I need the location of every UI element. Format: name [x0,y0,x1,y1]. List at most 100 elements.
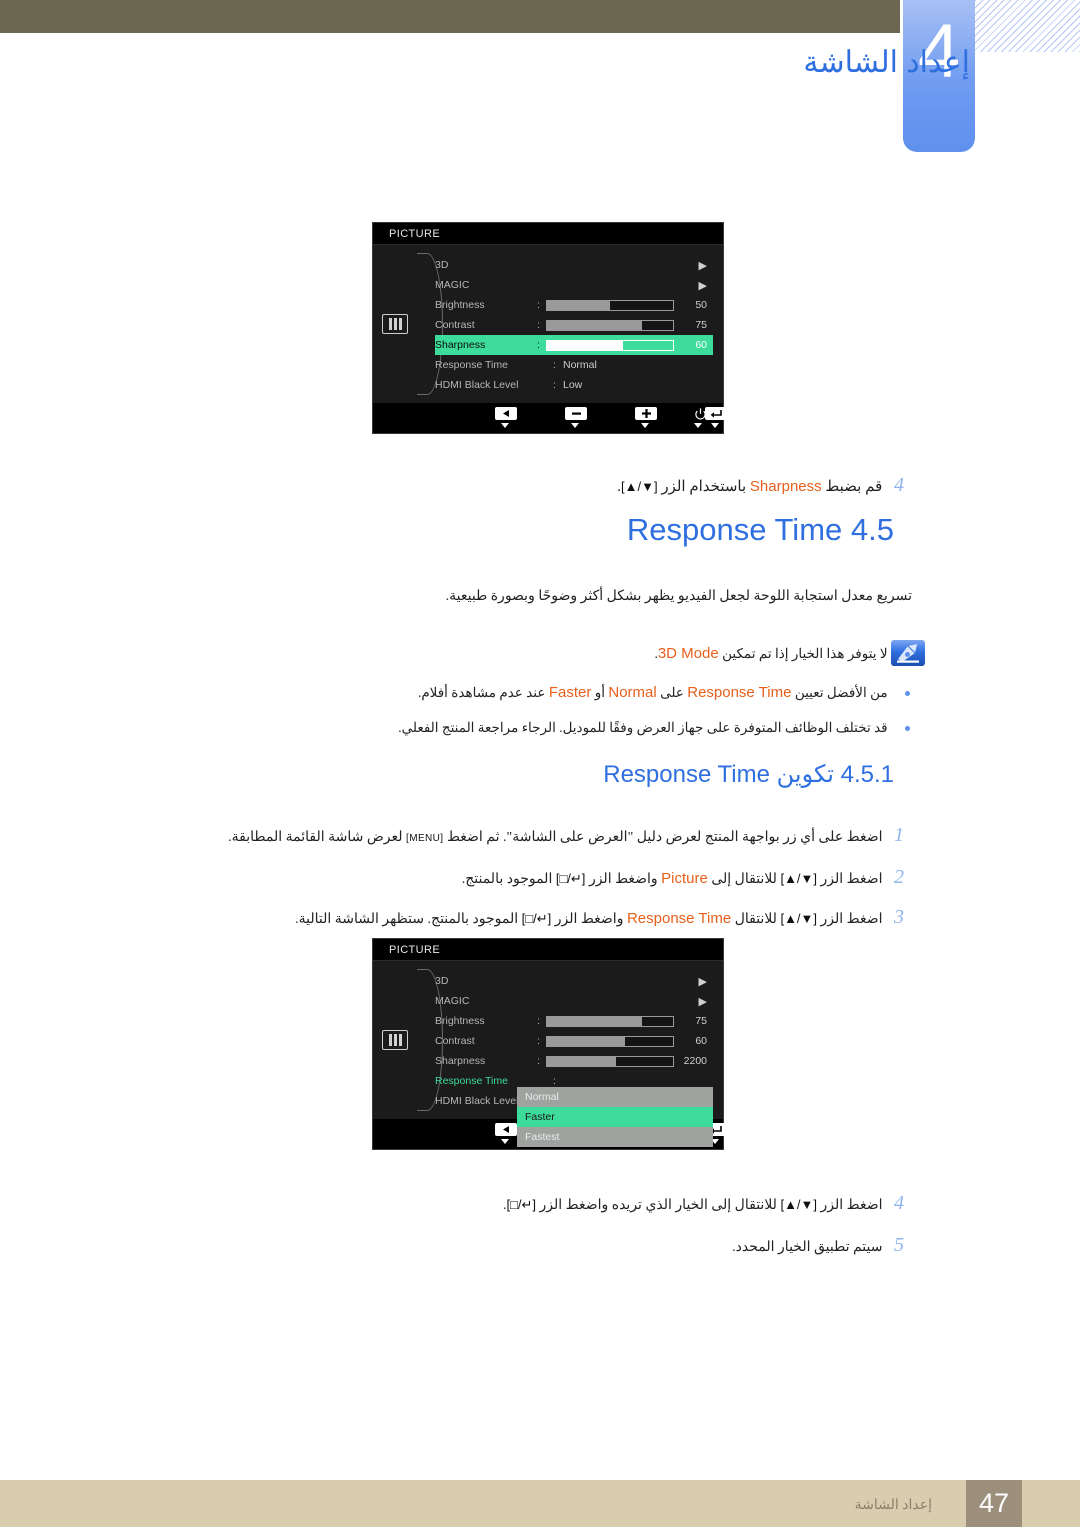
contrast-slider[interactable] [545,1035,675,1047]
osd-row[interactable]: 3D ▶ [435,255,713,275]
osd-title-bottom: PICTURE [373,939,723,961]
osd-row-label: MAGIC [435,279,470,291]
sharpness-slider[interactable] [545,1055,675,1067]
page-number: 47 [966,1480,1022,1527]
dropdown-option-faster[interactable]: Faster [517,1107,713,1127]
section-heading-45: 4.5 Response Time [132,512,912,548]
chevron-right-icon: ▶ [698,259,707,272]
power-icon[interactable] [694,408,707,421]
updown-key: [▲/▼] [780,1197,818,1212]
osd-row[interactable]: Response Time : Normal [435,355,713,375]
osd-row-value: Low [563,379,583,391]
osd-body-top: 3D ▶ MAGIC ▶ Brightness : 50 Contrast : [373,245,723,403]
back-caret-icon [501,1139,509,1144]
osd-row-label: Brightness [435,299,485,311]
step-text: اضغط على أي زر بواجهة المنتج لعرض دليل "… [446,830,883,845]
enter-icon[interactable] [705,407,727,420]
plus-icon[interactable] [635,407,657,420]
osd-row-label: 3D [435,975,449,987]
response-time-dropdown[interactable]: Normal Faster Fastest [517,1087,713,1147]
step-text: اضغط الزر [820,872,883,887]
osd-button-bar-top [373,403,727,433]
osd-row[interactable]: Sharpness : 2200 [435,1051,713,1071]
step-text: قم بضبط [825,479,883,495]
osd-row-value: 50 [695,299,707,311]
osd-row-label: Sharpness [435,1055,486,1067]
brightness-slider[interactable] [545,299,675,311]
osd-colon: : [537,299,541,311]
chevron-right-icon: ▶ [698,995,707,1008]
osd-row[interactable]: MAGIC ▶ [435,991,713,1011]
step-text-4: الموجود بالمنتج. ستظهر الشاشة التالية. [295,912,519,927]
chevron-right-icon: ▶ [698,279,707,292]
osd-row-selected[interactable]: Sharpness : 60 [435,335,713,355]
osd-row[interactable]: Brightness : 75 [435,1011,713,1031]
bullet-dot [905,691,910,697]
note-highlight: 3D Mode [657,645,719,662]
back-caret-icon [501,423,509,428]
step-text-2: لعرض شاشة القائمة المطابقة. [228,830,403,845]
subsection-number: 4.5.1 [840,761,894,788]
osd-row[interactable]: 3D ▶ [435,971,713,991]
back-icon[interactable] [495,1123,517,1136]
note-bullet-1: لا يتوفر هذا الخيار إذا تم تمكين 3D Mode… [302,645,912,662]
dropdown-option-normal[interactable]: Normal [517,1087,713,1107]
contrast-slider[interactable] [545,319,675,331]
step-sharpness: 4 قم بضبط Sharpness باستخدام الزر [▲/▼]. [132,470,912,500]
osd-row-label: Sharpness [435,339,486,351]
step-number: 2 [894,866,904,888]
brightness-slider[interactable] [545,1015,675,1027]
osd-colon: : [537,319,541,331]
header-band [0,0,900,33]
osd-title-top: PICTURE [373,223,723,245]
osd-row[interactable]: Contrast : 75 [435,315,713,335]
osd-row-value: 75 [695,319,707,331]
osd-colon: : [537,1035,541,1047]
osd-row-value: 2200 [683,1055,707,1067]
osd-colon: : [537,339,541,351]
osd-screenshot-top: PICTURE 3D ▶ MAGIC ▶ Brightness : 50 Con… [372,222,727,434]
back-icon[interactable] [495,407,517,420]
step-text-4: الموجود بالمنتج. [461,872,553,887]
dropdown-option-fastest[interactable]: Fastest [517,1127,713,1147]
step-highlight: Sharpness [749,478,822,495]
chapter-title: إعداد الشاشة [803,46,970,79]
step-number: 4 [894,474,904,496]
osd-row-label: Contrast [435,1035,475,1047]
minus-icon[interactable] [565,407,587,420]
enter-key: [□/↵] [521,911,552,926]
step-number: 5 [894,1234,904,1256]
sharpness-slider[interactable] [545,339,675,351]
enter-caret-icon [711,423,719,428]
osd-row[interactable]: Contrast : 60 [435,1031,713,1051]
step-4: 4 اضغط الزر [▲/▼] للانتقال إلى الخيار ال… [152,1188,912,1218]
bullet-dot [905,726,910,732]
step-text: اضغط الزر [820,1198,883,1213]
menu-key: [MENU] [406,833,444,844]
osd-row-value: Normal [563,359,597,371]
subsection-heading-451: 4.5.1 تكوين Response Time [132,760,912,789]
osd-row[interactable]: HDMI Black Level : Low [435,375,713,395]
step-text-2: باستخدام الزر [661,479,747,495]
osd-colon: : [537,1055,541,1067]
osd-row-label: 3D [435,259,449,271]
footer-text: إعداد الشاشة [854,1498,932,1513]
osd-row-value: 60 [695,339,707,351]
osd-row-label: HDMI Black Level [435,379,519,391]
note-highlight-2: Normal [608,684,657,701]
step-text: اضغط الزر [820,912,883,927]
osd-row-label: Contrast [435,319,475,331]
osd-row-label: Brightness [435,1015,485,1027]
step-number: 3 [894,906,904,928]
osd-row-label: Response Time [435,359,508,371]
osd-row[interactable]: Brightness : 50 [435,295,713,315]
osd-colon: : [553,379,556,391]
section-number: 4.5 [850,512,894,547]
updown-key: [▲/▼] [780,871,818,886]
note-text-3: أو [594,685,605,700]
osd-row[interactable]: MAGIC ▶ [435,275,713,295]
subsection-title-ar: تكوين [776,761,834,788]
note-bullet-3: قد تختلف الوظائف المتوفرة على جهاز العرض… [172,720,912,736]
note-text: من الأفضل تعيين [794,685,888,700]
note-text: لا يتوفر هذا الخيار إذا تم تمكين [722,646,888,661]
